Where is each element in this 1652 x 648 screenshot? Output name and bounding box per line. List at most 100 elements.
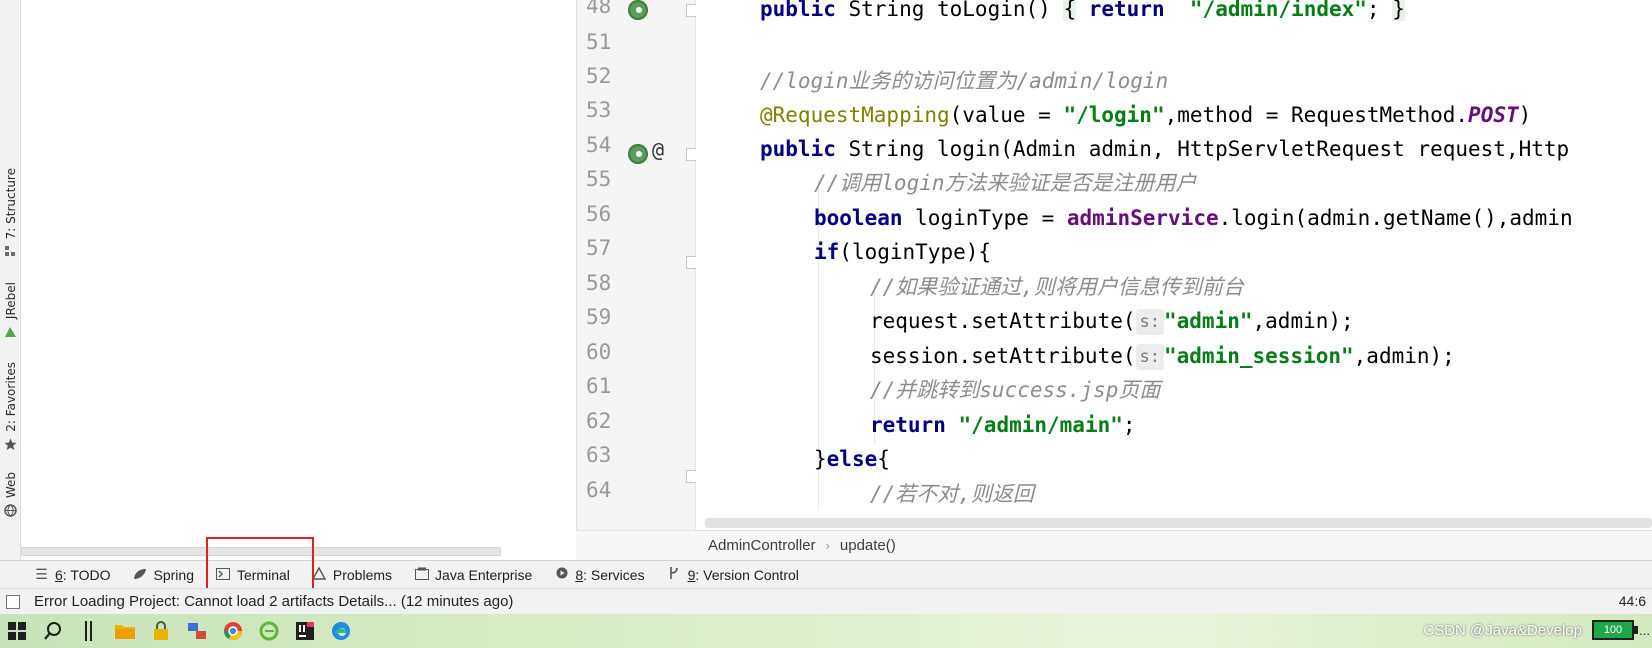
folder-icon: [115, 625, 135, 639]
code-text: }: [814, 447, 827, 471]
kw: boolean: [814, 206, 903, 230]
breadcrumb-class[interactable]: AdminController: [708, 537, 816, 554]
project-panel-scrollbar[interactable]: [21, 547, 501, 556]
windows-taskbar: [0, 614, 1652, 648]
taskbar-intellij[interactable]: [288, 614, 322, 648]
tool-window-services-label: : Services: [583, 566, 645, 583]
tool-window-services-number: 8: [575, 566, 584, 583]
caret-position[interactable]: 44:6: [1619, 593, 1646, 609]
task-view-icon: [85, 621, 92, 641]
tab-favorites-label: 2: Favorites: [3, 362, 18, 432]
tab-web[interactable]: Web: [0, 472, 21, 519]
editor-horizontal-scrollbar[interactable]: [705, 518, 1652, 528]
project-panel[interactable]: [21, 0, 576, 560]
code-text: (loginType){: [839, 240, 992, 264]
string-literal: "admin": [1164, 309, 1253, 333]
string-literal: "admin_session": [1164, 344, 1354, 368]
battery-indicator[interactable]: 100: [1592, 620, 1634, 640]
start-button[interactable]: [0, 614, 34, 648]
left-tool-strip: 7: Structure JRebel 2: Favorites Web: [0, 0, 21, 560]
taskbar-file-explorer[interactable]: [108, 614, 142, 648]
web-icon: [4, 502, 17, 517]
code-brace: {: [1063, 0, 1077, 21]
kw: public: [760, 0, 836, 21]
static-field: POST: [1468, 103, 1519, 127]
tool-window-version-control[interactable]: 9: Version Control: [667, 566, 799, 583]
line-number: 60: [586, 340, 612, 364]
battery-tip: [1634, 626, 1638, 634]
breadcrumb-method[interactable]: update(): [840, 537, 896, 554]
code-line-63: }else{: [814, 442, 890, 476]
tab-structure[interactable]: 7: Structure: [0, 168, 21, 260]
tool-window-terminal-label: Terminal: [236, 566, 290, 583]
line-number: 62: [586, 409, 612, 433]
comment: //login业务的访问位置为/admin/login: [760, 69, 1169, 93]
code-line-48: public String toLogin() { return "/admin…: [760, 0, 1405, 26]
code-text: ;: [1122, 413, 1136, 437]
tool-window-todo[interactable]: ☰ 6: TODO: [34, 566, 110, 583]
code-text: session.setAttribute(: [870, 344, 1136, 368]
line-number: 59: [586, 305, 612, 329]
taskbar-edge[interactable]: [324, 614, 358, 648]
line-number: 58: [586, 271, 612, 295]
code-brace: }: [1392, 0, 1405, 21]
status-message[interactable]: Error Loading Project: Cannot load 2 art…: [34, 593, 513, 610]
network-icon: [188, 623, 206, 639]
branch-icon: [667, 566, 682, 583]
taskbar-network-app[interactable]: [180, 614, 214, 648]
edge-icon: [332, 622, 350, 640]
string-literal: "/admin/index": [1189, 0, 1367, 21]
code-editor[interactable]: public String toLogin() { return "/admin…: [696, 0, 1652, 530]
code-line-52: //login业务的访问位置为/admin/login: [760, 64, 1168, 98]
tab-favorites[interactable]: 2: Favorites: [0, 362, 21, 453]
toggle-tool-windows-icon[interactable]: [6, 594, 20, 609]
override-at-icon[interactable]: @: [652, 138, 664, 162]
list-icon: ☰: [35, 566, 48, 582]
search-button[interactable]: [36, 614, 70, 648]
taskbar-chrome[interactable]: [216, 614, 250, 648]
line-number: 64: [586, 478, 612, 502]
task-view-button[interactable]: [72, 614, 106, 648]
lock-icon: [154, 621, 168, 640]
code-text: ;: [1366, 0, 1393, 21]
code-line-60: session.setAttribute(s: "admin_session",a…: [870, 339, 1455, 373]
warning-icon: [312, 566, 327, 583]
tab-jrebel[interactable]: JRebel: [0, 282, 21, 340]
taskbar-overflow[interactable]: ...: [1639, 623, 1650, 638]
tool-window-java-enterprise[interactable]: Java Enterprise: [414, 567, 532, 583]
breadcrumb: AdminController › update(): [576, 530, 1652, 560]
code-text: request.setAttribute(: [870, 309, 1136, 333]
string-literal: "/admin/main": [958, 413, 1123, 437]
windows-logo-icon: [8, 622, 26, 640]
code-text: .login(admin.getName(),admin: [1218, 206, 1573, 230]
tab-jrebel-label: JRebel: [3, 282, 18, 320]
chrome-icon: [224, 622, 242, 641]
kw: public: [760, 137, 836, 161]
spring-bean-icon[interactable]: [628, 0, 648, 20]
spring-bean-icon[interactable]: [628, 144, 648, 164]
parameter-hint: s:: [1135, 344, 1164, 370]
taskbar-ie[interactable]: [252, 614, 286, 648]
tool-window-spring[interactable]: Spring: [133, 567, 194, 583]
tool-window-services[interactable]: 8: Services: [554, 566, 645, 583]
code-text: (value =: [949, 103, 1064, 127]
tab-web-label: Web: [3, 472, 18, 499]
services-icon: [554, 566, 569, 583]
structure-icon: [4, 243, 17, 257]
comment: //调用login方法来验证是否是注册用户: [814, 171, 1197, 195]
tool-window-terminal[interactable]: Terminal: [216, 567, 290, 583]
code-line-55: //调用login方法来验证是否是注册用户: [814, 166, 1197, 200]
code-text: loginType =: [902, 206, 1067, 230]
line-number: 53: [586, 98, 612, 122]
taskbar-lock-app[interactable]: [144, 614, 178, 648]
string-literal: "/login": [1063, 103, 1165, 127]
tool-window-problems[interactable]: Problems: [312, 566, 392, 583]
ie-icon: [259, 621, 279, 641]
comment: //并跳转到success.jsp页面: [870, 378, 1161, 402]
tool-window-todo-number: 6: [55, 566, 63, 583]
parameter-hint: s:: [1135, 309, 1164, 335]
code-line-58: //如果验证通过,则将用户信息传到前台: [870, 270, 1244, 304]
